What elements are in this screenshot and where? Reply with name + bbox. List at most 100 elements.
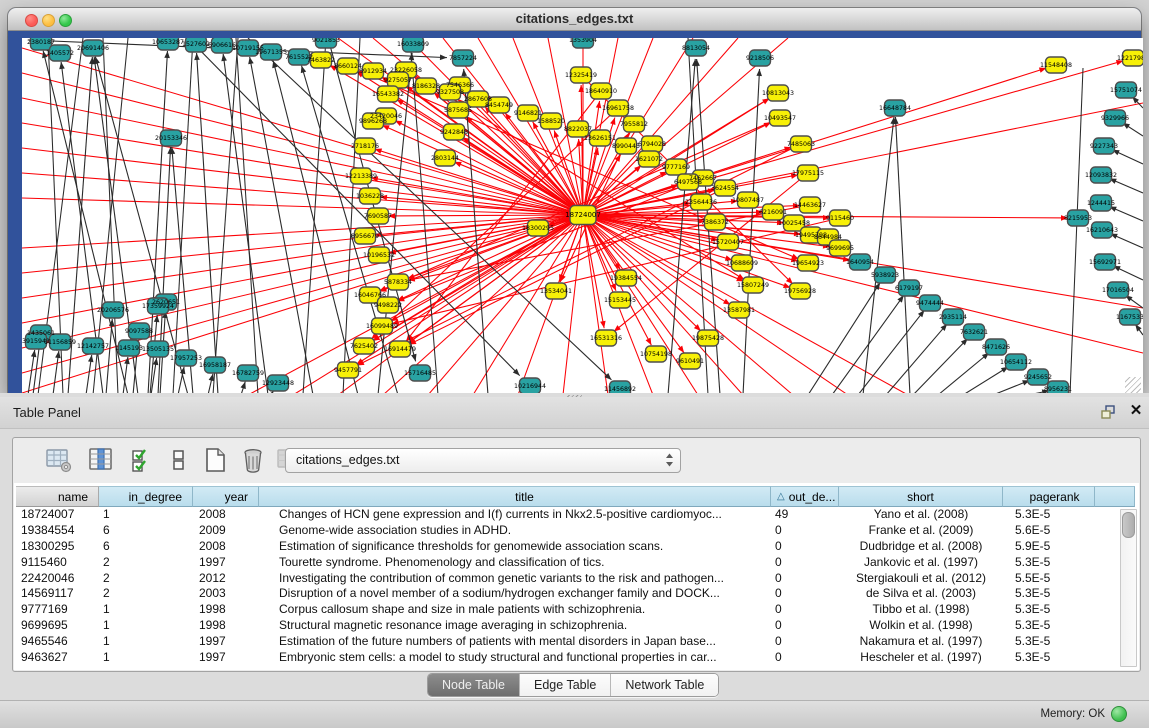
table-row[interactable]: 1938455462009Genome-wide association stu… [16, 523, 1119, 539]
vertical-scrollbar[interactable] [1120, 509, 1137, 667]
graph-edge-black [250, 57, 313, 395]
cell: Wolkin et al. (1998) [839, 618, 1003, 634]
table-row[interactable]: 1456911722003Disruption of a novel membe… [16, 586, 1119, 602]
cell: Yano et al. (2008) [839, 507, 1003, 523]
rows-icon[interactable] [165, 446, 193, 474]
graph-node-label: 20691406 [77, 45, 109, 52]
cell: Corpus callosum shape and size in male p… [259, 602, 771, 618]
graph-node-label: 13626151 [584, 135, 616, 142]
cell: Structural magnetic resonance image aver… [259, 618, 771, 634]
show-column-icon[interactable] [87, 446, 115, 474]
table-row[interactable]: 969969511998Structural magnetic resonanc… [16, 618, 1119, 634]
cell: 14569117 [16, 586, 99, 602]
table-row[interactable]: 946554611997Estimation of the future num… [16, 634, 1119, 650]
scrollbar-thumb[interactable] [1122, 512, 1135, 538]
graph-node-label: 1640954 [846, 259, 874, 266]
graph-node-label: 1244415 [1087, 200, 1115, 207]
graph-edge-black [913, 338, 968, 395]
edge-arrowhead [221, 54, 227, 61]
graph-node-label: 6497568 [674, 179, 702, 186]
column-header-title[interactable]: title [259, 486, 771, 507]
table-row[interactable]: 1830029562008Estimation of significance … [16, 539, 1119, 555]
table-panel-title: Table Panel [13, 405, 81, 420]
graph-node-label: 8215953 [1064, 215, 1092, 222]
graph-node-label: 1435061 [27, 330, 55, 337]
table-row[interactable]: 1872400712008Changes of HCN gene express… [16, 507, 1119, 523]
close-panel-icon[interactable]: ✕ [1128, 402, 1144, 420]
edge-arrowhead [248, 57, 254, 64]
trash-icon[interactable] [239, 446, 267, 474]
cell: 2008 [193, 539, 259, 555]
cell: 22420046 [16, 571, 99, 587]
tab-network-table[interactable]: Network Table [611, 674, 718, 696]
graph-node-label: 13505135 [142, 346, 174, 353]
graph-node-label: 1405572 [46, 50, 74, 57]
graph-node-label: 9896268 [359, 118, 387, 125]
table-panel: f(x) citations_edges.txt name in_degree … [12, 437, 1141, 672]
graph-node-label: 16961758 [602, 105, 634, 112]
cell: 5.5E-5 [1003, 571, 1095, 587]
network-canvas[interactable]: 2380187140557220691406106532871527602690… [22, 38, 1143, 395]
graph-node-label: 1036228 [356, 193, 384, 200]
graph-node-label: 9245652 [1024, 374, 1052, 381]
column-header-pagerank[interactable]: pagerank [1003, 486, 1095, 507]
graph-node-label: 23226058 [390, 67, 422, 74]
canvas-resize-grip[interactable] [1125, 377, 1141, 393]
new-document-icon[interactable] [201, 446, 229, 474]
cell: 1 [99, 634, 193, 650]
graph-node-label: 8813054 [682, 45, 710, 52]
tab-node-table[interactable]: Node Table [428, 674, 520, 696]
cell: 1 [99, 602, 193, 618]
table-row[interactable]: 2242004622012Investigating the contribut… [16, 571, 1119, 587]
table-options-icon[interactable] [45, 446, 73, 474]
graph-node-label: 7690587 [364, 213, 392, 220]
cell: 1998 [193, 618, 259, 634]
memory-ok-icon[interactable] [1111, 706, 1127, 722]
graph-node-label: 15751074 [1110, 87, 1142, 94]
cell: 1997 [193, 650, 259, 666]
graph-edge-red [408, 215, 583, 343]
table-header-row: name in_degree year title △out_de... sho… [16, 486, 1135, 507]
cell: 5.3E-5 [1003, 507, 1095, 523]
graph-node-label: 16531316 [590, 335, 622, 342]
graph-node-label: 3624554 [711, 185, 739, 192]
graph-node-label: 19875428 [692, 335, 724, 342]
graph-edge-black [303, 38, 326, 395]
cell: Estimation of significance thresholds fo… [259, 539, 771, 555]
cell: Changes of HCN gene expression and I(f) … [259, 507, 771, 523]
table-panel-header: Table Panel ✕ [0, 397, 1149, 429]
table-select[interactable]: citations_edges.txt [285, 448, 681, 473]
cell: 1 [99, 618, 193, 634]
column-header-name[interactable]: name [16, 486, 99, 507]
cell: 2 [99, 571, 193, 587]
graph-node-label: 7857224 [449, 55, 477, 62]
edge-arrowhead [505, 113, 511, 120]
graph-node-label: 6216091 [759, 209, 787, 216]
column-header-year[interactable]: year [193, 486, 259, 507]
column-header-out-degree[interactable]: △out_de... [771, 486, 839, 507]
column-header-short[interactable]: short [839, 486, 1003, 507]
cell: Dudbridge et al. (2008) [839, 539, 1003, 555]
cell: 0 [771, 555, 839, 571]
table-row[interactable]: 946362711997Embryonic stem cells: a mode… [16, 650, 1119, 666]
graph-node-label: 15692971 [1089, 259, 1121, 266]
tab-edge-table[interactable]: Edge Table [520, 674, 611, 696]
graph-node-label: 2718176 [351, 143, 379, 150]
column-header-in-degree[interactable]: in_degree [99, 486, 193, 507]
table-row[interactable]: 911546021997Tourette syndrome. Phenomeno… [16, 555, 1119, 571]
table-row[interactable]: 977716911998Corpus callosum shape and si… [16, 602, 1119, 618]
cell: 5.9E-5 [1003, 539, 1095, 555]
graph-edge-black [895, 117, 910, 395]
select-all-icon[interactable] [129, 446, 157, 474]
cell: Tibbo et al. (1998) [839, 602, 1003, 618]
window-titlebar[interactable]: citations_edges.txt [8, 8, 1141, 31]
graph-node-label: 9227343 [1090, 143, 1118, 150]
graph-edge-red [583, 101, 600, 215]
graph-node-label: 16958187 [199, 362, 231, 369]
cell: Jankovic et al. (1997) [839, 555, 1003, 571]
float-panel-icon[interactable] [1100, 404, 1118, 420]
cell: 1997 [193, 634, 259, 650]
edge-arrowhead [554, 130, 559, 138]
graph-node-label: 9699695 [826, 245, 854, 252]
graph-node-label: 15807249 [737, 282, 769, 289]
